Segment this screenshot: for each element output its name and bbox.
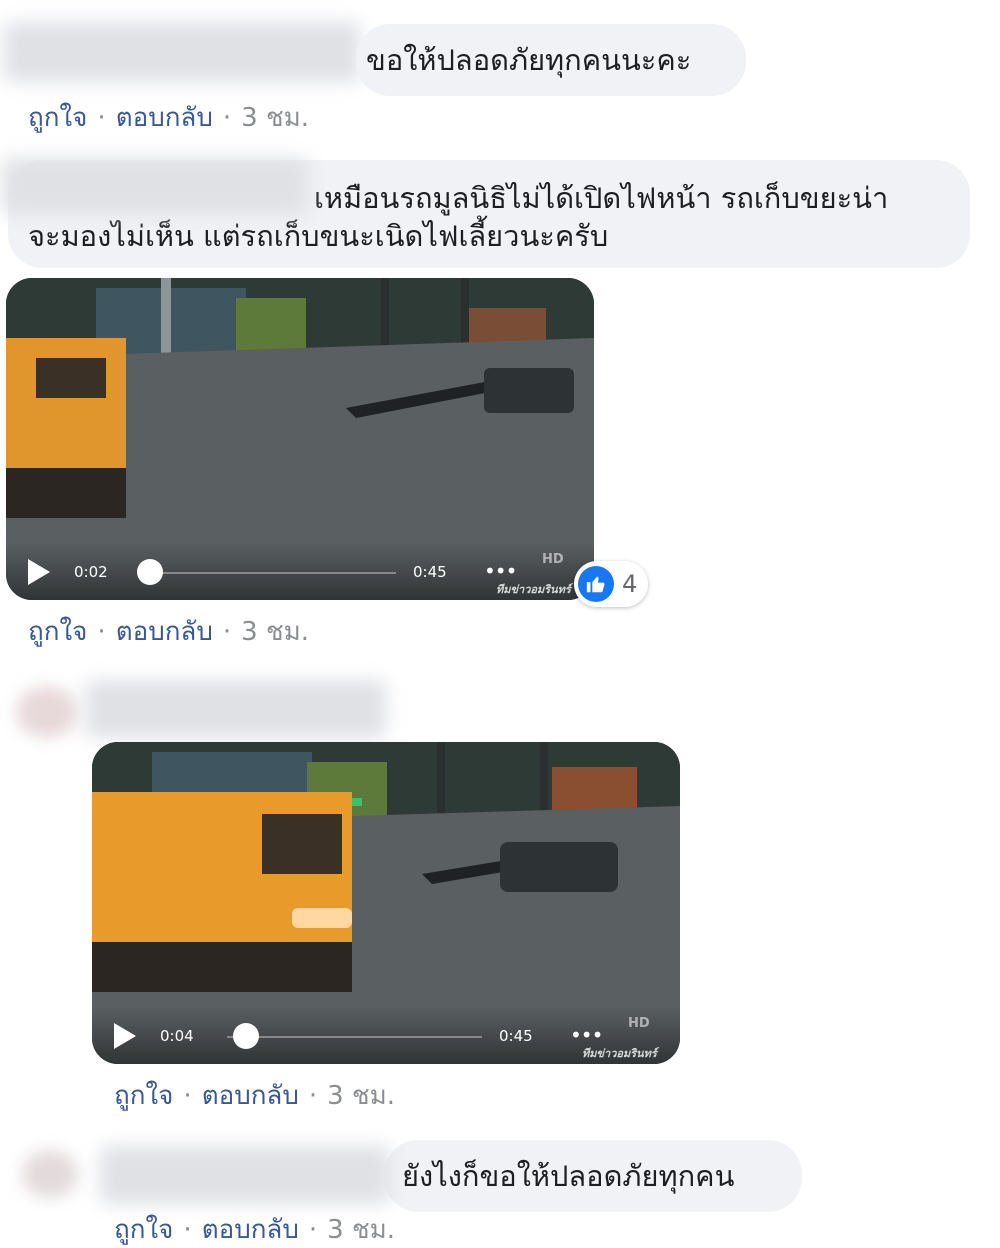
comment-bubble: ยังไงก็ขอให้ปลอดภัยทุกคน (384, 1140, 802, 1212)
timestamp[interactable]: 3 ชม. (327, 1081, 395, 1111)
reply-link[interactable]: ตอบกลับ (116, 103, 213, 133)
blurred-author-name (86, 680, 386, 738)
like-link[interactable]: ถูกใจ (114, 1215, 173, 1245)
avatar[interactable] (16, 686, 78, 738)
play-icon[interactable] (114, 1023, 136, 1049)
reaction-count: 4 (622, 570, 638, 598)
video-controls: 0:04 0:45 ••• HD ทีมข่าวอมรินทร์ (92, 1006, 680, 1064)
separator: · (97, 617, 106, 647)
separator: · (183, 1215, 192, 1245)
duration: 0:45 (499, 1027, 533, 1045)
video-player[interactable]: 0:04 0:45 ••• HD ทีมข่าวอมรินทร์ (92, 742, 680, 1064)
separator: · (308, 1215, 318, 1245)
current-time: 0:04 (160, 1027, 194, 1045)
reaction-summary[interactable]: 4 (574, 561, 648, 607)
timestamp[interactable]: 3 ชม. (327, 1215, 395, 1245)
hd-toggle[interactable]: HD (628, 1016, 650, 1031)
scrubber-knob[interactable] (137, 559, 163, 585)
more-options-icon[interactable]: ••• (570, 1025, 603, 1045)
video-controls: 0:02 0:45 ••• HD ทีมข่าวอมรินทร์ (6, 542, 594, 600)
play-icon[interactable] (28, 559, 50, 585)
blurred-author-name (2, 158, 308, 214)
like-link[interactable]: ถูกใจ (114, 1081, 173, 1111)
separator: · (222, 103, 232, 133)
comment-actions: ถูกใจ · ตอบกลับ · 3 ชม. (114, 1214, 395, 1246)
current-time: 0:02 (74, 563, 108, 581)
timestamp[interactable]: 3 ชม. (241, 617, 309, 647)
reply-link[interactable]: ตอบกลับ (116, 617, 213, 647)
more-options-icon[interactable]: ••• (484, 561, 517, 581)
comment-bubble: ขอให้ปลอดภัยทุกคนนะคะ (356, 24, 746, 96)
comment-actions: ถูกใจ · ตอบกลับ · 3 ชม. (28, 616, 309, 648)
duration: 0:45 (413, 563, 447, 581)
video-player[interactable]: 0:02 0:45 ••• HD ทีมข่าวอมรินทร์ (6, 278, 594, 600)
like-link[interactable]: ถูกใจ (28, 103, 87, 133)
separator: · (222, 617, 232, 647)
comment-text-line2: จะมองไม่เห็น แต่รถเก็บขนะเนิดไฟเลี้ยวนะค… (28, 219, 609, 253)
comment-actions: ถูกใจ · ตอบกลับ · 3 ชม. (114, 1080, 395, 1112)
comment-actions: ถูกใจ · ตอบกลับ · 3 ชม. (28, 102, 309, 134)
like-icon (578, 566, 614, 602)
reply-link[interactable]: ตอบกลับ (202, 1215, 299, 1245)
scrubber-knob[interactable] (233, 1023, 259, 1049)
blurred-author-name (4, 22, 360, 82)
reply-link[interactable]: ตอบกลับ (202, 1081, 299, 1111)
watermark: ทีมข่าวอมรินทร์ (496, 583, 571, 596)
separator: · (97, 103, 106, 133)
timestamp[interactable]: 3 ชม. (241, 103, 309, 133)
comment-text: ยังไงก็ขอให้ปลอดภัยทุกคน (402, 1159, 735, 1193)
like-link[interactable]: ถูกใจ (28, 617, 87, 647)
watermark: ทีมข่าวอมรินทร์ (582, 1047, 657, 1060)
blurred-author-name (100, 1146, 390, 1204)
progress-track[interactable] (146, 572, 396, 574)
comment-text: ขอให้ปลอดภัยทุกคนนะคะ (366, 43, 692, 77)
hd-toggle[interactable]: HD (542, 552, 564, 567)
comment-text-line1: เหมือนรถมูลนิธิไม่ได้เปิดไฟหน้า รถเก็บขย… (314, 181, 889, 215)
separator: · (308, 1081, 318, 1111)
separator: · (183, 1081, 192, 1111)
progress-track[interactable] (227, 1036, 482, 1038)
avatar[interactable] (22, 1150, 78, 1198)
